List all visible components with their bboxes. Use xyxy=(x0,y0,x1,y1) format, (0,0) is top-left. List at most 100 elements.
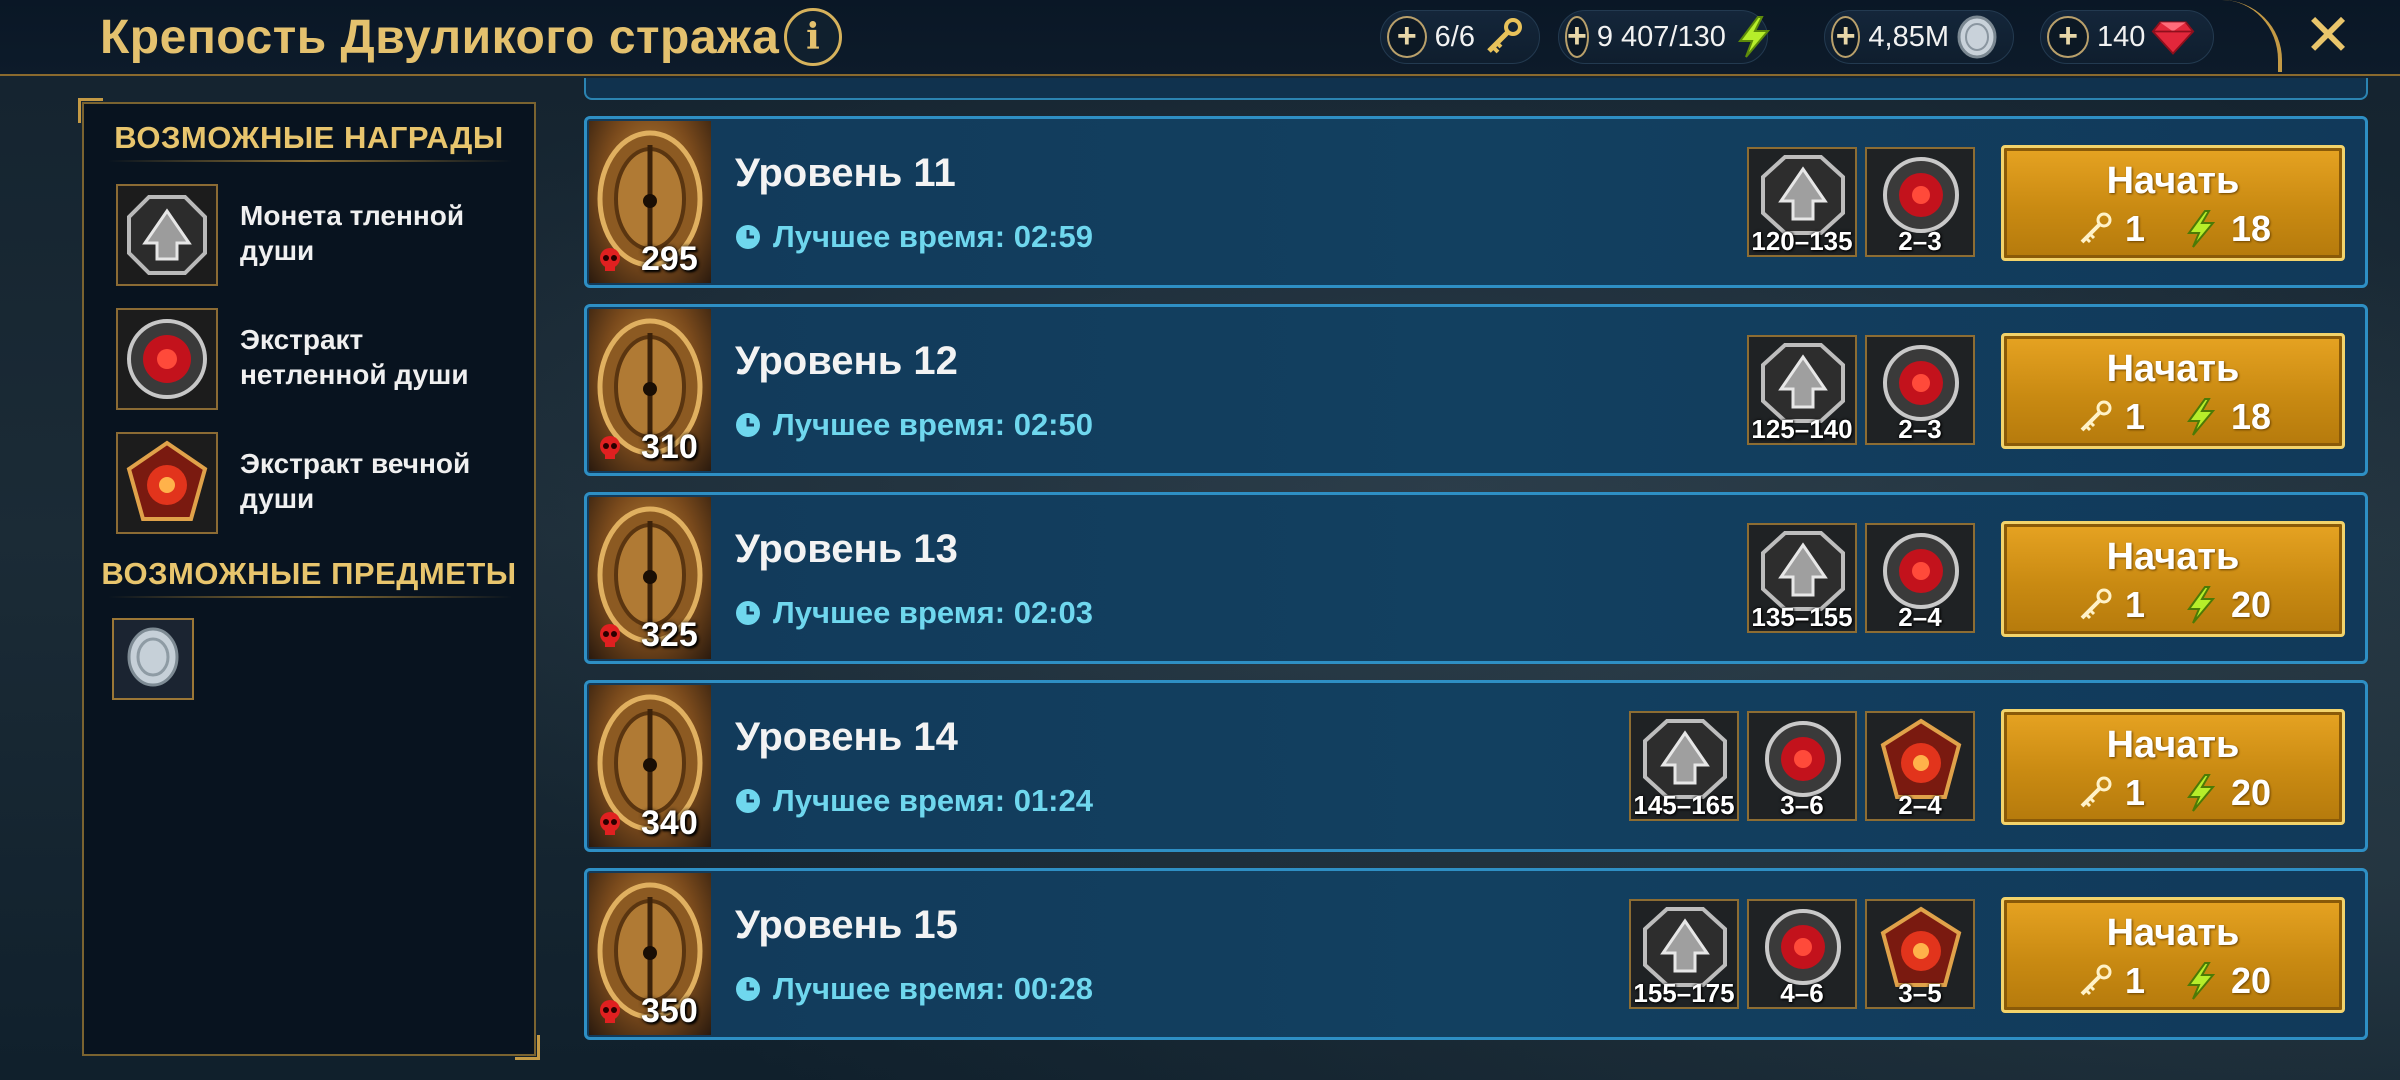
energy-icon xyxy=(2181,961,2221,1001)
level-row[interactable]: 325 Уровень 13 Лучшее время: 02:03 135–1… xyxy=(584,492,2368,664)
level-title: Уровень 11 xyxy=(735,151,956,195)
start-button-label: Начать xyxy=(2106,160,2240,202)
key-icon xyxy=(2075,961,2115,1001)
start-cost: 1 20 xyxy=(2004,772,2342,814)
drop-reward[interactable]: 4–6 xyxy=(1747,899,1857,1009)
boss-portrait: 295 xyxy=(589,121,711,283)
best-time: Лучшее время: 00:28 xyxy=(735,971,1093,1007)
skull-icon xyxy=(595,809,625,839)
level-row[interactable]: 295 Уровень 11 Лучшее время: 02:59 120–1… xyxy=(584,116,2368,288)
drop-quantity: 3–6 xyxy=(1780,790,1824,820)
key-icon xyxy=(2075,397,2115,437)
drop-quantity: 3–5 xyxy=(1898,978,1942,1008)
imperishable-soul-extract-icon xyxy=(116,308,218,410)
best-time: Лучшее время: 01:24 xyxy=(735,783,1093,819)
drop-reward[interactable]: 3–6 xyxy=(1747,711,1857,821)
start-button[interactable]: Начать 1 20 xyxy=(2001,897,2345,1013)
drop-reward[interactable]: 2–3 xyxy=(1865,335,1975,445)
start-cost: 1 20 xyxy=(2004,584,2342,626)
energy-cost: 20 xyxy=(2230,960,2272,1001)
skull-icon xyxy=(595,245,625,275)
best-time-text: Лучшее время: 02:50 xyxy=(773,407,1093,442)
drop-quantity: 2–4 xyxy=(1898,602,1942,632)
level-row[interactable]: 340 Уровень 14 Лучшее время: 01:24 145–1… xyxy=(584,680,2368,852)
drop-quantity: 4–6 xyxy=(1780,978,1824,1008)
drop-quantity: 2–3 xyxy=(1898,226,1942,256)
drop-reward[interactable]: 2–3 xyxy=(1865,147,1975,257)
best-time-text: Лучшее время: 02:59 xyxy=(773,219,1093,254)
drop-quantity: 145–165 xyxy=(1633,790,1735,820)
drop-reward[interactable]: 2–4 xyxy=(1865,711,1975,821)
energy-cost: 20 xyxy=(2230,584,2272,625)
boss-portrait: 310 xyxy=(589,309,711,471)
reward-name: Экстракт вечной души xyxy=(240,448,471,514)
level-row[interactable]: 350 Уровень 15 Лучшее время: 00:28 155–1… xyxy=(584,868,2368,1040)
start-button[interactable]: Начать 1 18 xyxy=(2001,333,2345,449)
drop-reward[interactable]: 2–4 xyxy=(1865,523,1975,633)
start-button[interactable]: Начать 1 18 xyxy=(2001,145,2345,261)
level-title: Уровень 14 xyxy=(735,715,958,759)
key-cost: 1 xyxy=(2124,396,2145,437)
energy-cost: 18 xyxy=(2230,396,2272,437)
drop-quantity: 135–155 xyxy=(1751,602,1853,632)
level-title: Уровень 12 xyxy=(735,339,958,383)
drop-reward[interactable]: 155–175 xyxy=(1629,899,1739,1009)
previous-level-row-partial xyxy=(584,78,2368,100)
enemy-power: 350 xyxy=(641,992,698,1030)
energy-icon xyxy=(2181,397,2221,437)
start-button[interactable]: Начать 1 20 xyxy=(2001,709,2345,825)
items-divider xyxy=(108,596,512,598)
level-row[interactable]: 310 Уровень 12 Лучшее время: 02:50 125–1… xyxy=(584,304,2368,476)
start-button[interactable]: Начать 1 20 xyxy=(2001,521,2345,637)
boss-portrait: 325 xyxy=(589,497,711,659)
enemy-power: 295 xyxy=(641,240,698,278)
reward-item[interactable]: Экстракт вечной души xyxy=(116,432,516,536)
drop-reward[interactable]: 135–155 xyxy=(1747,523,1857,633)
reward-item[interactable]: Экстракт нетленной души xyxy=(116,308,516,412)
drop-reward[interactable]: 120–135 xyxy=(1747,147,1857,257)
drop-quantity: 2–4 xyxy=(1898,790,1942,820)
drop-quantity: 120–135 xyxy=(1751,226,1853,256)
best-time-text: Лучшее время: 01:24 xyxy=(773,783,1093,818)
rewards-section-title: ВОЗМОЖНЫЕ НАГРАДЫ xyxy=(114,120,504,155)
skull-icon xyxy=(595,997,625,1027)
drop-reward[interactable]: 145–165 xyxy=(1629,711,1739,821)
drop-quantity: 155–175 xyxy=(1633,978,1735,1008)
eternal-soul-extract-icon xyxy=(116,432,218,534)
drop-reward[interactable]: 125–140 xyxy=(1747,335,1857,445)
start-button-label: Начать xyxy=(2106,724,2240,766)
start-button-label: Начать xyxy=(2106,348,2240,390)
energy-cost: 20 xyxy=(2230,772,2272,813)
energy-icon xyxy=(2181,773,2221,813)
best-time-text: Лучшее время: 00:28 xyxy=(773,971,1093,1006)
drop-quantity: 125–140 xyxy=(1751,414,1853,444)
key-icon xyxy=(2075,209,2115,249)
best-time: Лучшее время: 02:59 xyxy=(735,219,1093,255)
start-cost: 1 18 xyxy=(2004,396,2342,438)
clock-icon xyxy=(735,976,761,1002)
level-list[interactable]: 295 Уровень 11 Лучшее время: 02:59 120–1… xyxy=(584,0,2368,1080)
drop-reward[interactable]: 3–5 xyxy=(1865,899,1975,1009)
key-icon xyxy=(2075,585,2115,625)
boss-portrait: 350 xyxy=(589,873,711,1035)
key-cost: 1 xyxy=(2124,960,2145,1001)
best-time: Лучшее время: 02:03 xyxy=(735,595,1093,631)
clock-icon xyxy=(735,224,761,250)
enemy-power: 310 xyxy=(641,428,698,466)
drop-quantity: 2–3 xyxy=(1898,414,1942,444)
reward-name: Экстракт нетленной души xyxy=(240,324,469,390)
clock-icon xyxy=(735,412,761,438)
level-title: Уровень 13 xyxy=(735,527,958,571)
silver-coin-icon xyxy=(121,625,185,694)
best-time-text: Лучшее время: 02:03 xyxy=(773,595,1093,630)
key-cost: 1 xyxy=(2124,772,2145,813)
skull-icon xyxy=(595,621,625,651)
perishable-soul-coin-icon xyxy=(116,184,218,286)
best-time: Лучшее время: 02:50 xyxy=(735,407,1093,443)
skull-icon xyxy=(595,433,625,463)
clock-icon xyxy=(735,788,761,814)
reward-item[interactable]: Монета тленной души xyxy=(116,184,516,288)
item-slot[interactable] xyxy=(112,618,194,700)
start-cost: 1 18 xyxy=(2004,208,2342,250)
level-title: Уровень 15 xyxy=(735,903,958,947)
